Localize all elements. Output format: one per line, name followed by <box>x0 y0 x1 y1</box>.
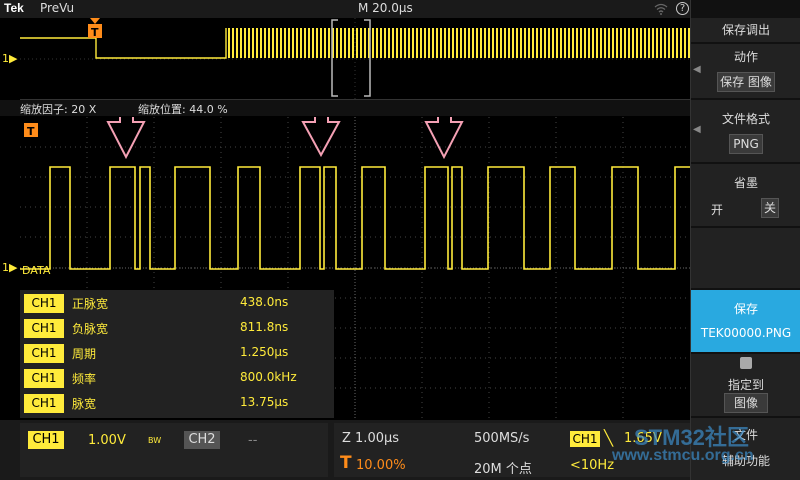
overview-trace <box>20 28 227 59</box>
trigger-slope-icon: ╲ <box>604 429 614 447</box>
overview-trigger-arrow <box>90 18 100 24</box>
annotation-arrows <box>106 89 464 160</box>
overview-waveform: T <box>20 18 690 100</box>
measurement-name: 周期 <box>72 347 97 361</box>
measurement-channel: CH1 <box>24 369 64 388</box>
annotation-arrow-2 <box>301 91 341 158</box>
save-title: 保存 <box>733 302 758 316</box>
status-icons: ? <box>654 0 690 18</box>
save-icon <box>740 357 752 369</box>
file-format-title: 文件格式 <box>721 112 770 126</box>
overview-channel-marker: 1▶ <box>2 52 18 65</box>
measurement-row[interactable]: CH1 周期 1.250µs <box>24 342 330 364</box>
data-label: DATA <box>22 264 51 277</box>
measurement-channel: CH1 <box>24 319 64 338</box>
measurement-name: 频率 <box>72 372 97 386</box>
measurement-name: 脉宽 <box>72 397 97 411</box>
side-menu-empty-slot <box>691 228 800 288</box>
measurement-name: 正脉宽 <box>72 297 109 311</box>
measurement-row[interactable]: CH1 频率 800.0kHz <box>24 367 330 389</box>
measurement-panel[interactable]: CH1 正脉宽 438.0ns CH1 负脉宽 811.8ns CH1 周期 1… <box>20 290 334 418</box>
measurement-channel: CH1 <box>24 294 64 313</box>
trigger-position-icon: T <box>340 453 352 473</box>
side-menu-header: 保存调出 <box>691 18 800 42</box>
overview-trace-svg: T <box>20 18 690 100</box>
file-format-value[interactable]: PNG <box>729 134 763 154</box>
overview-trigger-label: T <box>91 26 99 39</box>
ch2-scale[interactable]: -- <box>248 433 257 448</box>
annotation-arrow-3 <box>424 89 464 160</box>
chevron-left-icon: ◀ <box>693 64 701 75</box>
brand-logo: Tek <box>4 1 24 15</box>
zoom-scale[interactable]: Z 1.00µs <box>342 431 399 446</box>
channel-settings-panel[interactable]: CH1 1.00V BW CH2 -- <box>20 423 328 477</box>
measurement-row[interactable]: CH1 脉宽 13.75µs <box>24 392 330 414</box>
save-recall-side-menu: 保存调出 ◀ 动作 保存 图像 ◀ 文件格式 PNG 省墨 开 关 保存 TEK… <box>690 0 800 480</box>
zoom-position: 缩放位置: 44.0 % <box>138 103 228 116</box>
file-format-menu-item[interactable]: ◀ 文件格式 PNG <box>691 100 800 162</box>
ch2-badge[interactable]: CH2 <box>184 431 220 449</box>
ink-saver-menu-item[interactable]: 省墨 开 关 <box>691 164 800 226</box>
ink-saver-off[interactable]: 关 <box>761 198 779 218</box>
save-button[interactable]: 保存 TEK00000.PNG <box>691 290 800 352</box>
assign-value[interactable]: 图像 <box>724 393 768 413</box>
bottom-settings-bar: CH1 1.00V BW CH2 -- Z 1.00µs T 10.00% 50… <box>0 420 690 480</box>
main-channel-marker: 1▶ <box>2 261 18 274</box>
measurement-channel: CH1 <box>24 344 64 363</box>
bandwidth-limit-icon: BW <box>148 436 162 445</box>
assign-menu-item[interactable]: 指定到 图像 <box>691 354 800 416</box>
acquisition-mode: PreVu <box>40 1 75 15</box>
measurement-value: 800.0kHz <box>240 370 297 384</box>
trigger-frequency: <10Hz <box>570 458 615 473</box>
timebase-readout: M 20.0µs <box>358 1 413 15</box>
main-trigger-label: T <box>27 125 35 138</box>
action-menu-item[interactable]: ◀ 动作 保存 图像 <box>691 44 800 98</box>
ch1-scale[interactable]: 1.00V <box>88 433 126 448</box>
assign-title: 指定到 <box>727 378 764 392</box>
action-value[interactable]: 保存 图像 <box>717 72 775 92</box>
measurement-value: 438.0ns <box>240 295 289 309</box>
overview-burst <box>226 28 690 58</box>
measurement-value: 811.8ns <box>240 320 289 334</box>
measurement-channel: CH1 <box>24 394 64 413</box>
annotation-arrow-1 <box>106 89 146 160</box>
sample-rate: 500MS/s <box>474 431 530 446</box>
action-title: 动作 <box>733 50 758 64</box>
ch1-badge[interactable]: CH1 <box>28 431 64 449</box>
measurement-name: 负脉宽 <box>72 322 109 336</box>
watermark-url: www.stmcu.org.cn <box>612 447 754 464</box>
measurement-value: 13.75µs <box>240 395 289 409</box>
trigger-position[interactable]: 10.00% <box>356 458 406 473</box>
zoom-factor: 缩放因子: 20 X <box>20 103 97 116</box>
wifi-icon <box>654 3 668 15</box>
zoom-info-bar: 缩放因子: 20 X 缩放位置: 44.0 % <box>0 100 690 116</box>
save-filename: TEK00000.PNG <box>700 326 792 340</box>
record-length: 20M 个点 <box>474 462 532 477</box>
ink-saver-on[interactable]: 开 <box>711 201 723 218</box>
trigger-source-badge[interactable]: CH1 <box>570 431 600 447</box>
main-trace <box>20 166 690 270</box>
measurement-row[interactable]: CH1 负脉宽 811.8ns <box>24 317 330 339</box>
measurement-row[interactable]: CH1 正脉宽 438.0ns <box>24 292 330 314</box>
measurement-value: 1.250µs <box>240 345 289 359</box>
help-icon[interactable]: ? <box>676 2 689 15</box>
top-status-bar: Tek PreVu M 20.0µs ? <box>0 0 690 18</box>
ink-saver-title: 省墨 <box>733 176 758 190</box>
